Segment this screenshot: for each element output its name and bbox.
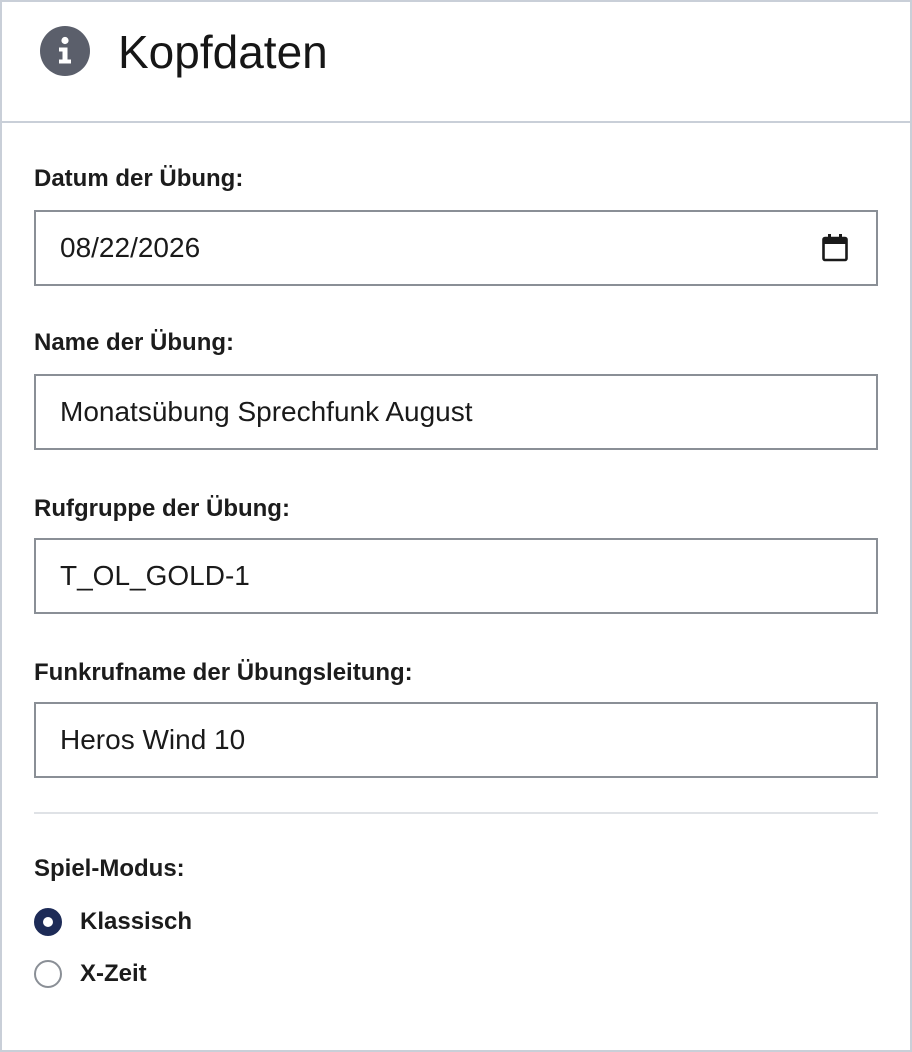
radio-button-x-zeit[interactable] bbox=[34, 960, 62, 988]
game-mode-label: Spiel-Modus: bbox=[34, 855, 185, 882]
radio-label-klassisch[interactable]: Klassisch bbox=[80, 907, 192, 937]
radio-option-x-zeit[interactable]: X-Zeit bbox=[34, 960, 334, 994]
date-field[interactable]: 08/22/2026 bbox=[34, 210, 878, 286]
name-label: Name der Übung: bbox=[34, 329, 235, 356]
radio-label-x-zeit[interactable]: X-Zeit bbox=[80, 959, 147, 989]
radio-option-klassisch[interactable]: Klassisch bbox=[34, 908, 334, 942]
date-label: Datum der Übung: bbox=[34, 165, 244, 192]
calendar-icon[interactable] bbox=[822, 234, 848, 262]
call-group-label: Rufgruppe der Übung: bbox=[34, 495, 290, 522]
date-value: 08/22/2026 bbox=[60, 232, 201, 263]
panel-title: Kopfdaten bbox=[118, 26, 328, 78]
divider bbox=[34, 812, 878, 814]
info-icon bbox=[40, 26, 90, 76]
panel-header: Kopfdaten bbox=[2, 2, 910, 123]
leader-callsign-label: Funkrufname der Übungsleitung: bbox=[34, 659, 413, 686]
leader-callsign-field[interactable]: Heros Wind 10 bbox=[34, 702, 878, 778]
leader-callsign-value: Heros Wind 10 bbox=[60, 724, 246, 755]
name-field[interactable]: Monatsübung Sprechfunk August bbox=[34, 374, 878, 450]
radio-button-klassisch[interactable] bbox=[34, 908, 62, 936]
call-group-field[interactable]: T_OL_GOLD-1 bbox=[34, 538, 878, 614]
call-group-value: T_OL_GOLD-1 bbox=[60, 560, 250, 591]
name-value: Monatsübung Sprechfunk August bbox=[60, 396, 473, 427]
header-data-panel: Kopfdaten Datum der Übung: 08/22/2026 Na… bbox=[0, 0, 912, 1052]
